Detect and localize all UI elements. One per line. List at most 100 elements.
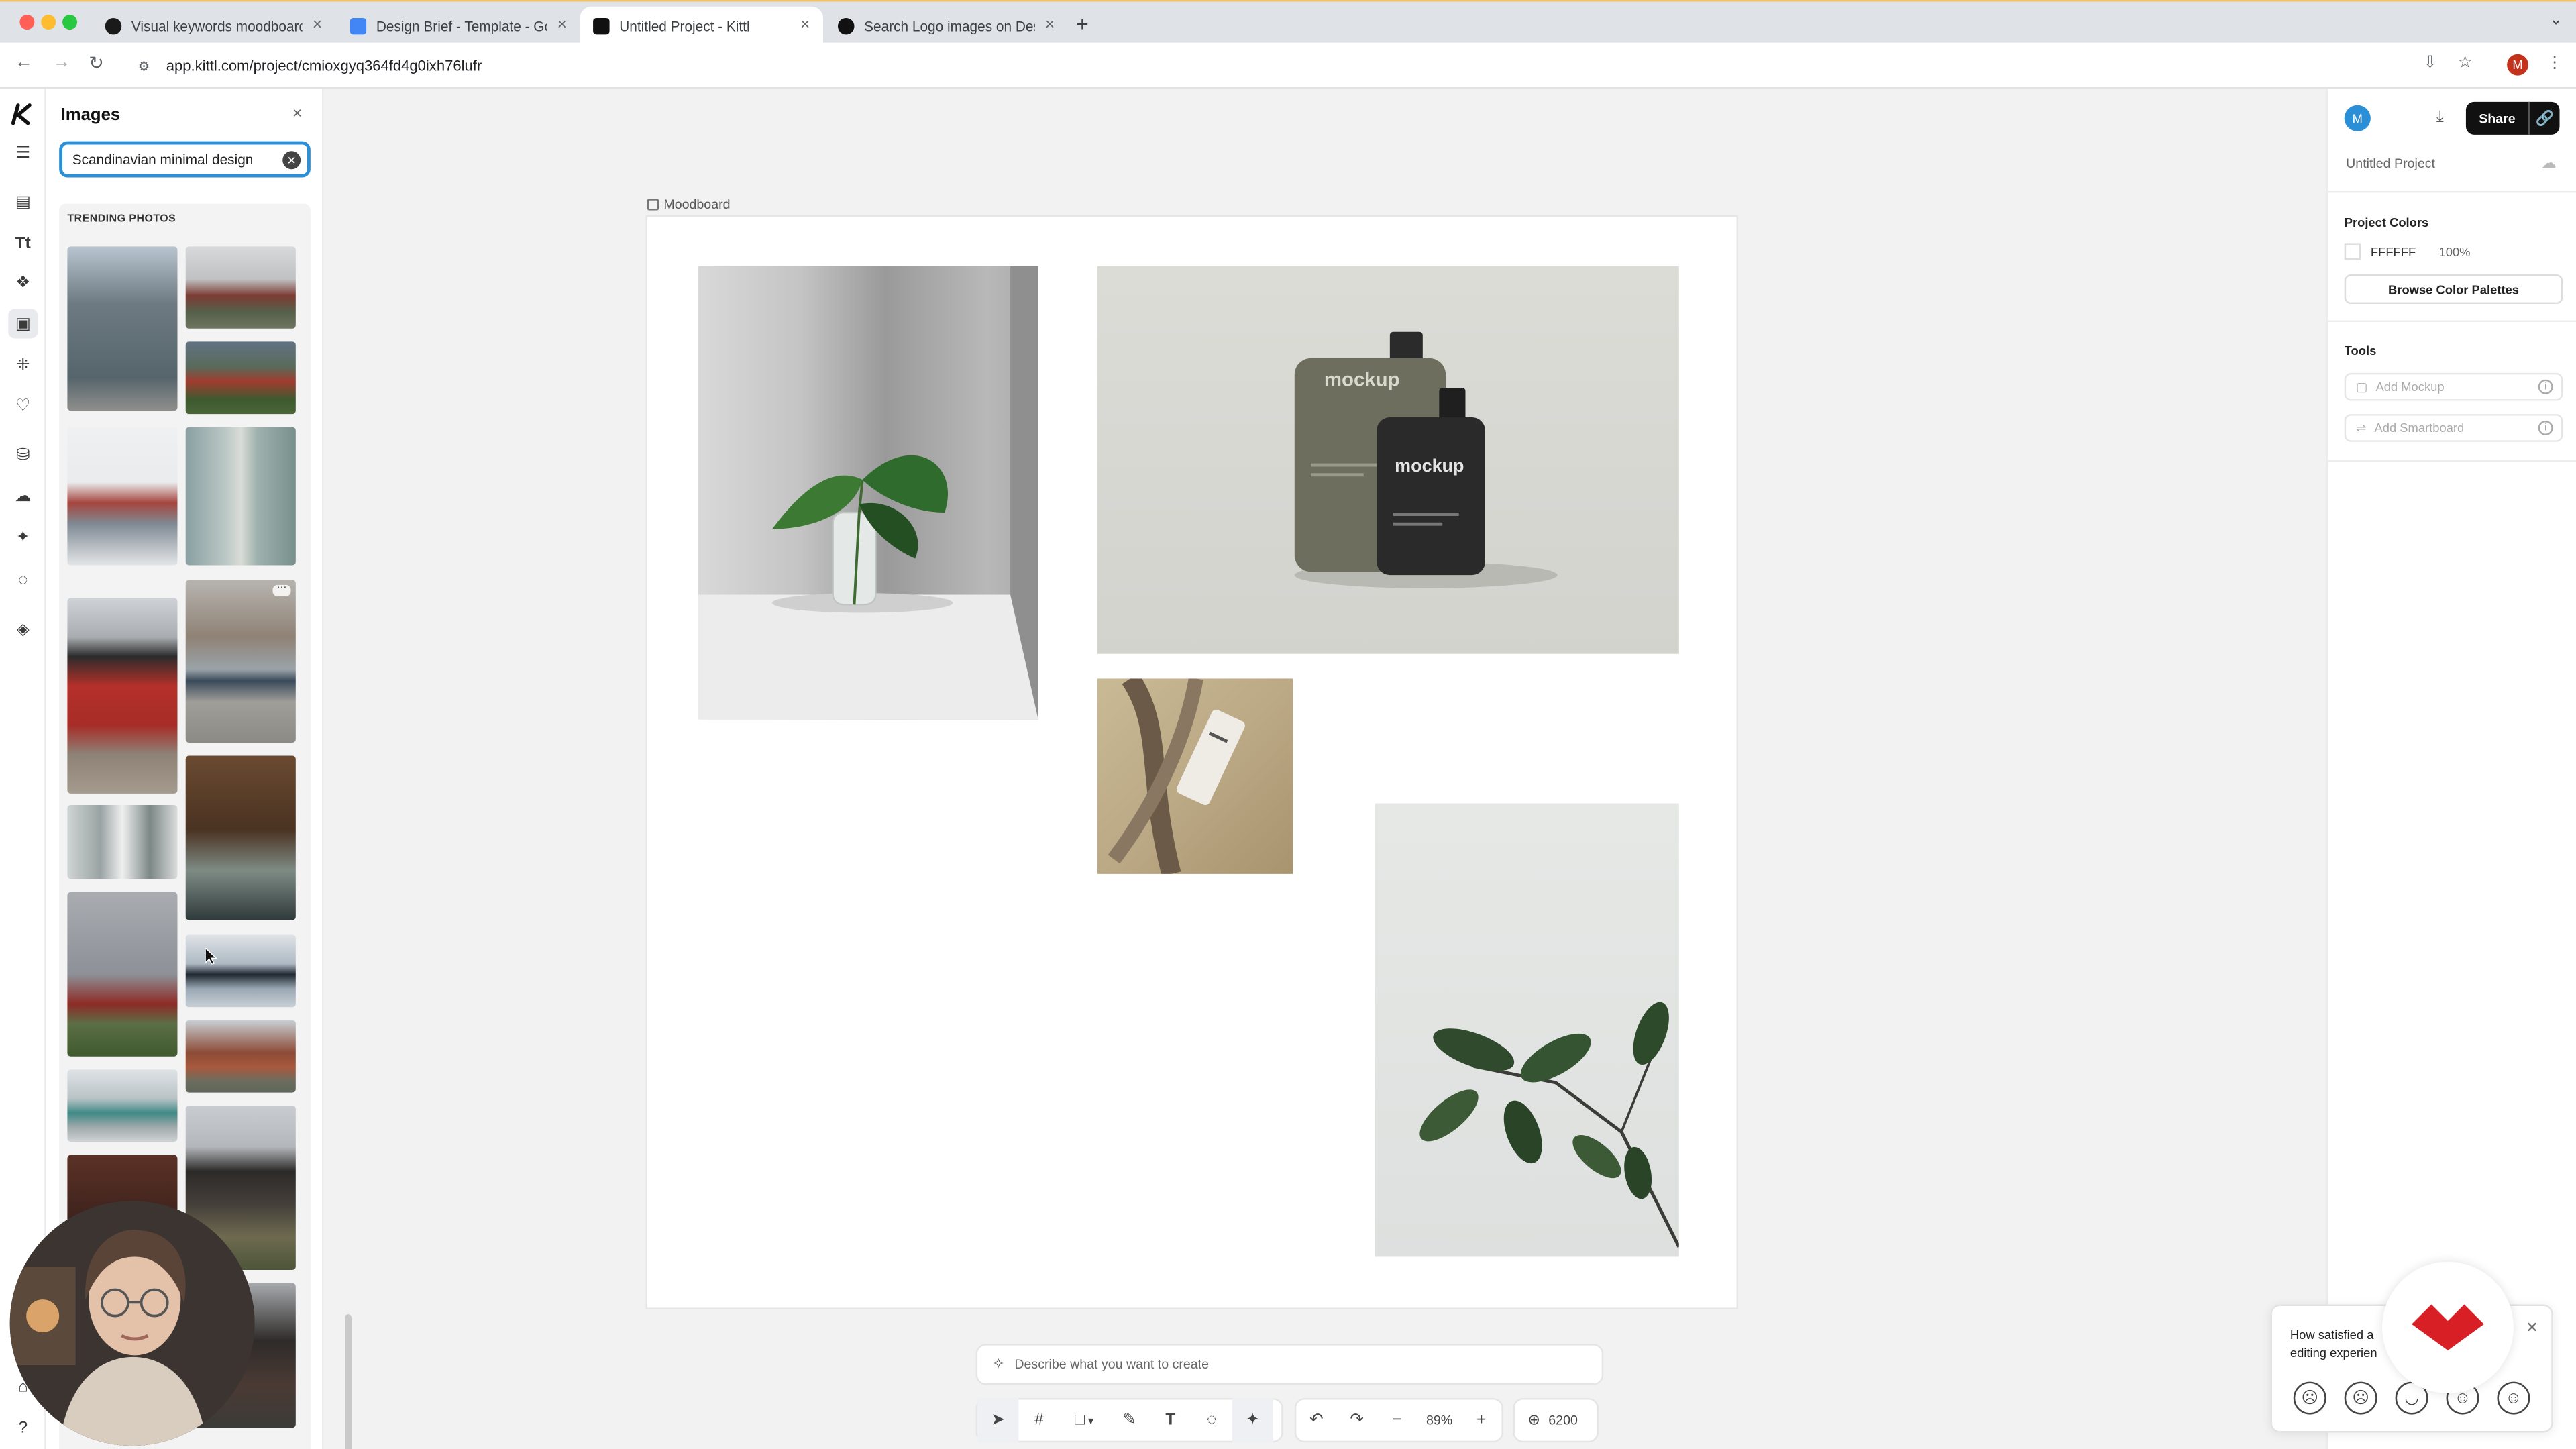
photo-thumbnail[interactable] xyxy=(185,341,296,415)
browser-tab-3-active[interactable]: Untitled Project - Kittl × xyxy=(580,6,823,45)
download-icon[interactable]: ⤓ xyxy=(2436,109,2444,127)
copy-link-icon[interactable]: 🔗 xyxy=(2530,109,2559,127)
very-satisfied-face-icon[interactable]: ☺ xyxy=(2497,1381,2530,1415)
photo-thumbnail[interactable] xyxy=(67,246,178,411)
panel-scrollbar[interactable] xyxy=(345,1314,352,1449)
project-name[interactable]: Untitled Project xyxy=(2346,156,2435,171)
info-icon[interactable]: i xyxy=(2538,379,2553,394)
add-smartboard-button[interactable]: ⇌ Add Smartboard i xyxy=(2344,414,2563,442)
reload-icon[interactable]: ↻ xyxy=(89,52,104,74)
close-tab-icon[interactable]: × xyxy=(313,16,322,34)
info-icon[interactable]: i xyxy=(2538,420,2553,435)
share-button[interactable]: Share xyxy=(2466,111,2528,125)
select-tool-icon[interactable]: ➤ xyxy=(977,1398,1019,1443)
uploads-cloud-icon[interactable]: ☁ xyxy=(11,484,34,507)
color-swatch[interactable] xyxy=(2344,243,2361,260)
bookmark-star-icon[interactable]: ☆ xyxy=(2458,54,2473,72)
design-site-icon xyxy=(837,17,855,34)
undo-icon[interactable]: ↶ xyxy=(1296,1398,1336,1442)
patterns-icon[interactable]: ⁜ xyxy=(11,354,34,376)
install-app-icon[interactable]: ⇩ xyxy=(2423,54,2437,72)
text-icon[interactable]: Tt xyxy=(11,231,34,254)
kittl-icon xyxy=(105,17,122,34)
kittl-logo-icon[interactable] xyxy=(10,103,35,125)
photo-thumbnail[interactable] xyxy=(185,934,296,1008)
photo-thumbnail[interactable]: ··· xyxy=(185,580,296,743)
clear-search-icon[interactable]: ✕ xyxy=(282,151,301,170)
moodboard-artboard[interactable]: mockup mockup xyxy=(647,217,1737,1308)
project-color-row[interactable]: FFFFFF 100% xyxy=(2344,243,2471,260)
close-panel-button[interactable]: × xyxy=(292,105,302,123)
back-icon[interactable]: ← xyxy=(15,52,33,72)
window-zoom-button[interactable] xyxy=(62,15,78,30)
color-opacity-value[interactable]: 100% xyxy=(2439,244,2471,259)
user-avatar[interactable]: M xyxy=(2344,105,2371,131)
browser-menu-icon[interactable]: ⋮ xyxy=(2546,54,2563,72)
very-unsatisfied-face-icon[interactable]: ☹ xyxy=(2293,1381,2326,1415)
redo-icon[interactable]: ↷ xyxy=(1337,1398,1377,1442)
more-options-icon[interactable]: ··· xyxy=(272,583,291,596)
close-tab-icon[interactable]: × xyxy=(800,16,810,34)
templates-icon[interactable]: ▤ xyxy=(11,191,34,213)
browser-tab-1[interactable]: Visual keywords moodboard × xyxy=(92,7,335,44)
brand-kit-icon[interactable]: ⛁ xyxy=(11,443,34,466)
photo-thumbnail[interactable] xyxy=(185,246,296,329)
zoom-in-icon[interactable]: + xyxy=(1461,1398,1501,1442)
survey-brand-badge xyxy=(2382,1261,2514,1393)
layers-icon[interactable]: ◈ xyxy=(11,618,34,641)
photo-thumbnail[interactable] xyxy=(67,427,178,566)
browser-tab-4[interactable]: Search Logo images on Desig × xyxy=(824,7,1067,44)
tab-search-icon[interactable]: ⌄ xyxy=(2549,11,2563,30)
photo-thumbnail[interactable] xyxy=(67,598,178,794)
close-tab-icon[interactable]: × xyxy=(1045,16,1055,34)
project-colors-heading: Project Colors xyxy=(2344,215,2429,230)
ai-sparkle-icon[interactable]: ✦ xyxy=(11,526,34,549)
ai-tool-icon[interactable]: ✦ xyxy=(1232,1398,1273,1443)
forward-icon[interactable]: → xyxy=(52,52,70,72)
frame-tool-icon[interactable]: # xyxy=(1018,1398,1059,1442)
photo-thumbnail[interactable] xyxy=(67,892,178,1057)
credits-button[interactable]: ⊕ 6200 xyxy=(1513,1398,1599,1443)
close-tab-icon[interactable]: × xyxy=(557,16,567,34)
address-bar[interactable]: ⚙ app.kittl.com/project/cmioxgyq364fd4g0… xyxy=(125,49,2448,83)
add-mockup-button[interactable]: ▢ Add Mockup i xyxy=(2344,372,2563,401)
artboard-label[interactable]: Moodboard xyxy=(647,197,731,212)
window-minimize-button[interactable] xyxy=(41,15,56,30)
elements-icon[interactable]: ❖ xyxy=(11,271,34,294)
menu-icon[interactable]: ☰ xyxy=(11,142,34,164)
photo-thumbnail[interactable] xyxy=(67,805,178,879)
pen-tool-icon[interactable]: ✎ xyxy=(1109,1398,1150,1442)
plant-in-vase-photo[interactable] xyxy=(698,266,1038,720)
browser-tab-2[interactable]: Design Brief - Template - Go × xyxy=(337,7,580,44)
site-info-icon[interactable]: ⚙ xyxy=(138,58,150,73)
photo-thumbnail[interactable] xyxy=(185,1020,296,1093)
text-tool-icon[interactable]: T xyxy=(1150,1398,1191,1442)
comments-icon[interactable]: ◌ xyxy=(11,568,34,591)
browse-color-palettes-button[interactable]: Browse Color Palettes xyxy=(2344,274,2563,305)
photo-thumbnail[interactable] xyxy=(67,1069,178,1142)
close-feedback-icon[interactable]: ✕ xyxy=(2526,1320,2538,1338)
mockup-bottles-photo[interactable]: mockup mockup xyxy=(1097,266,1679,654)
images-icon[interactable]: ▣ xyxy=(8,309,38,339)
unsatisfied-face-icon[interactable]: ☹ xyxy=(2344,1381,2377,1415)
tab-title: Search Logo images on Desig xyxy=(864,17,1036,34)
zoom-level[interactable]: 89% xyxy=(1417,1413,1461,1428)
zoom-out-icon[interactable]: − xyxy=(1377,1398,1417,1442)
mockup-tube-on-branch-photo[interactable] xyxy=(1097,678,1293,874)
image-search-input[interactable]: Scandinavian minimal design ✕ xyxy=(59,141,311,178)
tab-title: Visual keywords moodboard xyxy=(131,17,303,34)
chevron-down-icon[interactable]: ▾ xyxy=(1088,1413,1094,1427)
photo-thumbnail[interactable] xyxy=(185,755,296,920)
shape-tool-icon[interactable]: □ ▾ xyxy=(1060,1398,1109,1442)
ai-prompt-input[interactable]: ✧ Describe what you want to create xyxy=(975,1344,1604,1385)
new-tab-button[interactable]: + xyxy=(1076,11,1089,36)
window-close-button[interactable] xyxy=(19,15,35,30)
help-icon[interactable]: ? xyxy=(11,1416,34,1439)
comment-tool-icon[interactable]: ◌ xyxy=(1191,1398,1232,1442)
photo-thumbnail[interactable] xyxy=(185,427,296,566)
browser-toolbar: ← → ↻ ⚙ app.kittl.com/project/cmioxgyq36… xyxy=(0,42,2576,89)
favorites-heart-icon[interactable]: ♡ xyxy=(11,394,34,417)
browser-profile-avatar[interactable]: M xyxy=(2507,54,2528,76)
leafy-branch-photo[interactable] xyxy=(1375,803,1679,1257)
color-hex-value[interactable]: FFFFFF xyxy=(2371,244,2416,259)
